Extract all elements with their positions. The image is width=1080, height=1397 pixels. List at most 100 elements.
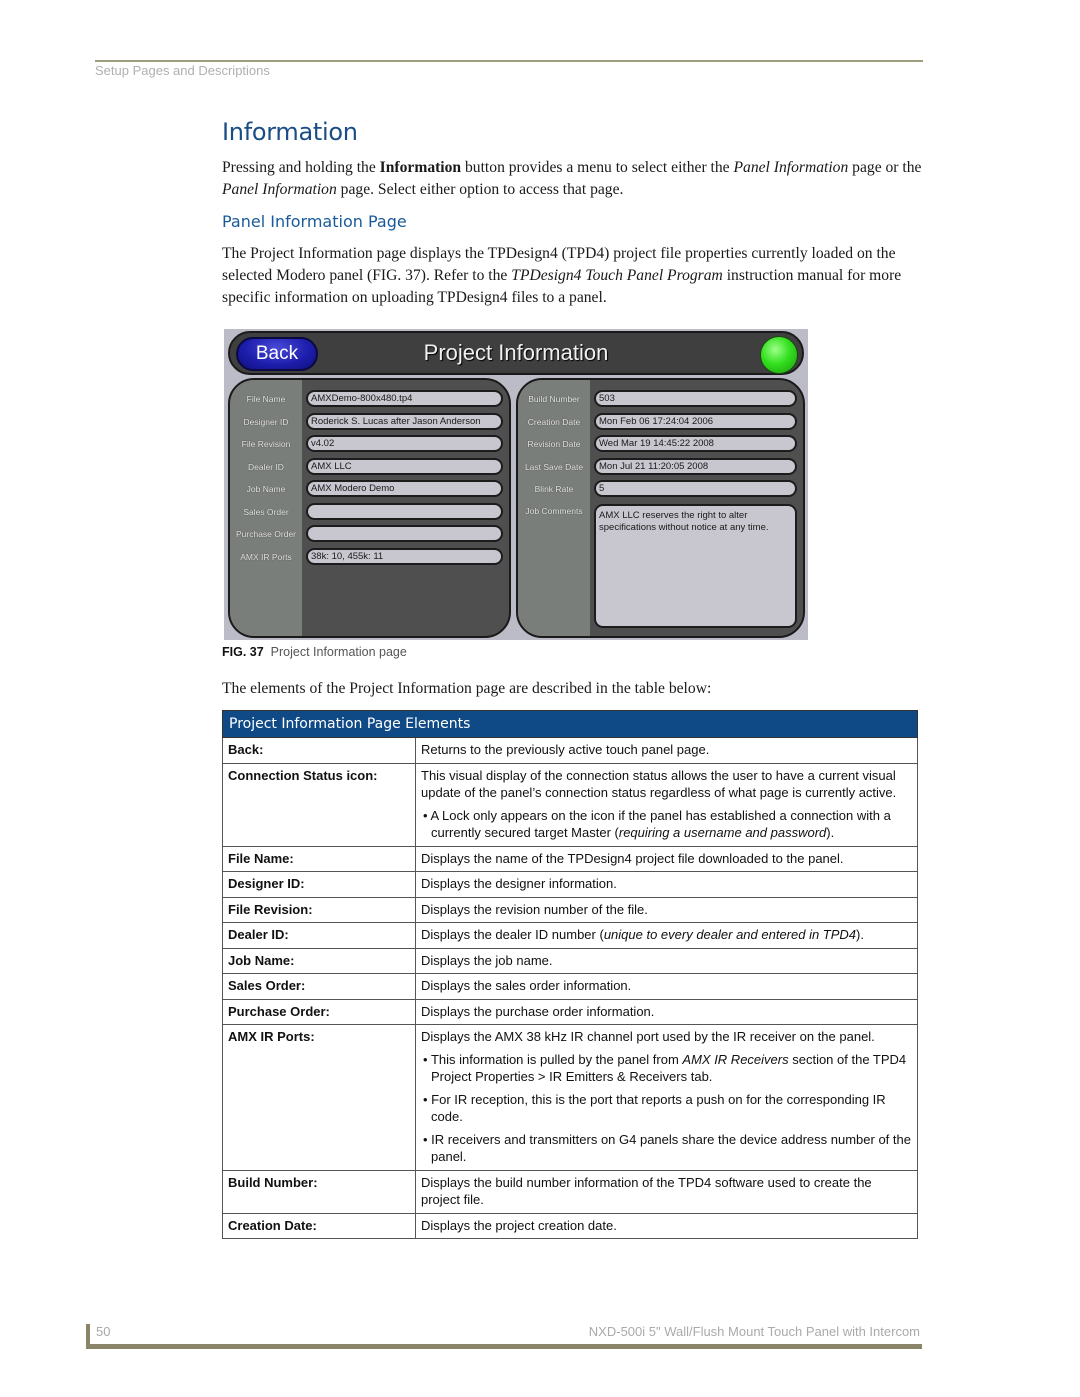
field-row-blink-rate: Blink Rate 5 [518,479,803,499]
subsection-title: Panel Information Page [222,212,407,231]
table-row: AMX IR Ports: Displays the AMX 38 kHz IR … [222,1024,918,1171]
field-value: 38k: 10, 455k: 11 [306,547,503,565]
field-row-build-number: Build Number 503 [518,389,803,409]
field-label: Job Comments [525,506,583,516]
text-run: This information is pulled by the panel … [430,1051,683,1067]
description-text: Displays the name of the TPDesign4 proje… [421,850,912,868]
panel-header: Back Project Information [228,331,804,375]
bold-text: Information [379,159,462,176]
element-description: Displays the sales order information. [415,973,918,1000]
table-row: Purchase Order: Displays the purchase ord… [222,998,918,1025]
text-run: Displays the sales order information. [421,978,632,993]
field-label: Job Name [246,484,286,494]
field-value: AMXDemo-800x480.tp4 [306,390,503,407]
field-row-dealer-id: Dealer ID AMX LLC [230,457,509,477]
text-run: Displays the purchase order information. [421,1003,655,1019]
element-description: Displays the dealer ID number (unique to… [415,922,918,949]
element-term: Designer ID: [222,871,416,898]
field-label: Build Number [528,394,580,404]
section-title: Information [222,118,358,146]
element-description: Displays the revision number of the file… [415,896,918,923]
table-title: Project Information Page Elements [222,710,918,738]
field-row-file-revision: File Revision v4.02 [230,434,509,454]
field-value: AMX Modero Demo [306,480,503,497]
field-row-creation-date: Creation Date Mon Feb 06 17:24:04 2006 [518,412,803,432]
field-value: Wed Mar 19 14:45:22 2008 [594,435,797,452]
body-paragraph: The Project Information page displays th… [222,243,922,309]
text-run: Displays the designer information. [421,876,617,891]
field-value: Mon Jul 21 11:20:05 2008 [594,457,797,475]
element-description: Displays the build number information of… [415,1169,918,1214]
footer-rule [86,1344,922,1349]
text-run: page. Select either option to access tha… [336,181,624,198]
field-value [306,525,503,542]
bullet-icon: • [423,1131,432,1147]
field-row-sales-order: Sales Order [230,502,509,522]
element-term: Creation Date: [222,1212,416,1239]
description-bullet: • This information is pulled by the pane… [421,1051,912,1086]
panel-title: Project Information [423,340,609,365]
field-label: Blink Rate [534,484,574,494]
description-bullet: • For IR reception, this is the port tha… [421,1091,912,1126]
text-run: Returns to the previously active touch p… [421,742,710,757]
text-run: ). [826,825,835,840]
description-text: Displays the purchase order information. [421,1003,912,1021]
text-run: Displays the job name. [421,952,553,968]
element-description: Displays the name of the TPDesign4 proje… [415,845,918,872]
table-row: Connection Status icon: This visual displ… [222,762,918,847]
field-label: Designer ID [243,416,289,427]
element-description: Displays the AMX 38 kHz IR channel port … [415,1024,918,1171]
field-label: Creation Date [527,416,581,427]
bullet-icon: • [423,1051,431,1067]
field-row-job-name: Job Name AMX Modero Demo [230,479,509,499]
italic-text: Panel Information [733,159,849,176]
description-text: Displays the sales order information. [421,977,912,995]
field-value: AMX LLC [306,457,503,475]
table-row: Designer ID: Displays the designer inform… [222,871,918,898]
intro-paragraph: Pressing and holding the Information but… [222,157,922,201]
italic-text: AMX IR Receivers [682,1051,789,1067]
figure-caption: FIG. 37 Project Information page [222,645,407,659]
element-description: Displays the job name. [415,947,918,974]
italic-text: Panel Information [222,181,337,198]
field-label: File Revision [241,439,291,449]
element-term: Job Name: [222,947,416,974]
element-description: Displays the project creation date. [415,1212,918,1239]
italic-text: TPDesign4 Touch Panel Program [511,267,723,284]
text-run: ). [856,927,864,942]
description-bullet: • IR receivers and transmitters on G4 pa… [421,1131,912,1166]
bullet-icon: • [423,1091,432,1107]
field-label: File Name [246,394,286,404]
field-row-file-name: File Name AMXDemo-800x480.tp4 [230,389,509,409]
text-run: This visual display of the connection st… [421,767,897,801]
text-run: For IR reception, this is the port that … [431,1091,886,1125]
text-run: IR receivers and transmitters on G4 pane… [431,1131,911,1165]
table-row: Job Name: Displays the job name. [222,947,918,974]
header-rule [95,60,923,62]
project-fields-left: File Name AMXDemo-800x480.tp4 Designer ID R… [228,378,511,638]
element-term: Build Number: [222,1169,416,1214]
element-description: Displays the designer information. [415,871,918,898]
field-row-purchase-order: Purchase Order [230,524,509,544]
description-text: Displays the job name. [421,952,912,970]
description-text: Returns to the previously active touch p… [421,741,912,759]
figure-number: FIG. 37 [222,645,264,659]
table-row: Sales Order: Displays the sales order inf… [222,973,918,1000]
elements-table: Project Information Page Elements Back: R… [222,710,918,1239]
description-text: Displays the revision number of the file… [421,901,912,919]
field-row-amx-ir-ports: AMX IR Ports 38k: 10, 455k: 11 [230,547,509,567]
text-run: Displays the revision number of the file… [421,901,648,917]
element-term: Dealer ID: [222,922,416,949]
text-run: page or the [848,159,922,176]
field-label: AMX IR Ports [240,551,292,562]
project-fields-right: Build Number 503 Creation Date Mon Feb 06 1… [516,378,805,638]
job-comments-field: AMX LLC reserves the right to alter spec… [594,504,797,628]
table-row: File Name: Displays the name of the TPDes… [222,845,918,872]
description-bullet: • A Lock only appears on the icon if the… [421,807,912,842]
italic-text: requiring a username and password [618,825,827,840]
text-run: button provides a menu to select either … [461,159,734,176]
field-label: Sales Order [243,506,289,517]
field-label: Dealer ID [248,461,284,472]
text-run: Displays the name of the TPDesign4 proje… [421,850,844,866]
table-row: File Revision: Displays the revision numb… [222,896,918,923]
